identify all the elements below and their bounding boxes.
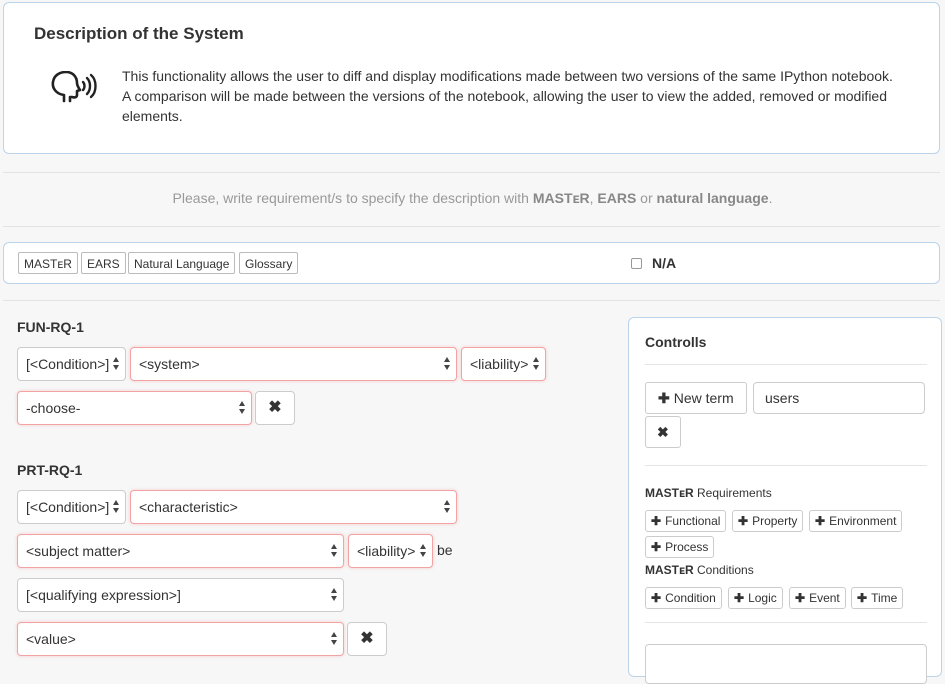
divider	[3, 300, 940, 301]
add-property-button[interactable]: ✚ Property	[732, 510, 804, 532]
select-arrows-icon	[331, 544, 338, 558]
characteristic-select[interactable]: <characteristic>	[130, 490, 457, 524]
controls-title: Controlls	[645, 334, 707, 350]
plus-icon: ✚	[734, 591, 745, 605]
divider	[645, 622, 927, 623]
plus-icon: ✚	[651, 540, 662, 554]
value-select[interactable]: <value>	[17, 622, 344, 656]
plus-icon: ✚	[658, 390, 670, 406]
na-label: N/A	[652, 255, 677, 271]
tab-master[interactable]: MASTᴇR	[18, 252, 78, 274]
close-icon: ✖	[360, 630, 374, 647]
select-arrows-icon	[113, 357, 120, 371]
system-select[interactable]: <system>	[130, 347, 457, 381]
liability-select[interactable]: <liability>	[461, 347, 546, 381]
divider	[3, 226, 940, 227]
speaking-head-icon	[51, 71, 97, 103]
remove-requirement-button[interactable]: ✖	[347, 622, 387, 656]
add-event-button[interactable]: ✚ Event	[789, 587, 846, 609]
select-arrows-icon	[444, 357, 451, 371]
be-label: be	[437, 542, 453, 558]
tab-glossary[interactable]: Glossary	[239, 252, 299, 274]
select-arrows-icon	[420, 544, 427, 558]
divider	[3, 172, 940, 173]
plus-icon: ✚	[857, 591, 868, 605]
close-icon: ✖	[657, 424, 669, 440]
requirement-id: FUN-RQ-1	[17, 319, 84, 335]
tab-natural-language[interactable]: Natural Language	[128, 252, 236, 274]
master-conditions-label: MASTᴇR Conditions	[645, 563, 754, 577]
mode-bar: MASTᴇR EARS Natural Language Glossary N/…	[3, 242, 940, 284]
divider	[645, 364, 927, 365]
add-time-button[interactable]: ✚ Time	[851, 587, 904, 609]
select-arrows-icon	[444, 500, 451, 514]
add-condition-button[interactable]: ✚ Condition	[645, 587, 722, 609]
instruction-text: Please, write requirement/s to specify t…	[172, 190, 773, 206]
controls-panel: Controlls ✚ New term users ✖ MASTᴇR Requi…	[628, 317, 942, 684]
plus-icon: ✚	[815, 514, 826, 528]
add-environment-button[interactable]: ✚ Environment	[809, 510, 903, 532]
add-logic-button[interactable]: ✚ Logic	[728, 587, 783, 609]
condition-select[interactable]: [<Condition>]	[17, 490, 126, 524]
master-requirements-label: MASTᴇR Requirements	[645, 486, 772, 500]
function-select[interactable]: -choose-	[17, 391, 252, 425]
divider	[645, 465, 927, 466]
plus-icon: ✚	[651, 591, 662, 605]
select-arrows-icon	[533, 357, 540, 371]
na-checkbox[interactable]	[631, 258, 642, 269]
liability-select[interactable]: <liability>	[348, 534, 433, 568]
requirement-id: PRT-RQ-1	[17, 462, 83, 478]
remove-term-button[interactable]: ✖	[645, 416, 681, 448]
select-arrows-icon	[331, 632, 338, 646]
description-text: This functionality allows the user to di…	[122, 68, 893, 124]
plus-icon: ✚	[651, 514, 662, 528]
subject-matter-select[interactable]: <subject matter>	[17, 534, 344, 568]
add-process-button[interactable]: ✚ Process	[645, 536, 715, 558]
close-icon: ✖	[268, 399, 282, 416]
term-input[interactable]: users	[753, 382, 925, 414]
plus-icon: ✚	[795, 591, 806, 605]
new-term-button[interactable]: ✚ New term	[645, 382, 747, 414]
plus-icon: ✚	[738, 514, 749, 528]
tab-ears[interactable]: EARS	[81, 252, 126, 274]
condition-select[interactable]: [<Condition>]	[17, 347, 126, 381]
add-functional-button[interactable]: ✚ Functional	[645, 510, 727, 532]
remove-requirement-button[interactable]: ✖	[255, 391, 295, 425]
qualifying-expression-select[interactable]: [<qualifying expression>]	[17, 578, 344, 612]
select-arrows-icon	[239, 401, 246, 415]
select-arrows-icon	[113, 500, 120, 514]
description-panel: Description of the System This functiona…	[3, 2, 940, 154]
description-title: Description of the System	[34, 24, 244, 43]
select-arrows-icon	[331, 588, 338, 602]
controls-bottom-box	[645, 644, 927, 684]
